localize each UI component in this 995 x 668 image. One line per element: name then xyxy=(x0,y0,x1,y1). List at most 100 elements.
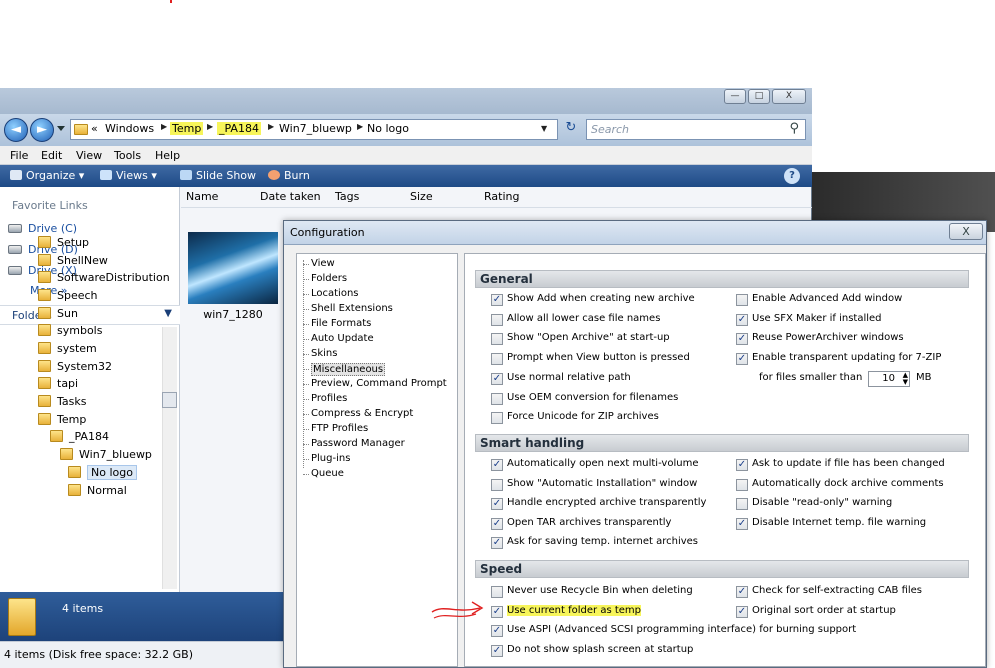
breadcrumb-windows[interactable]: Windows xyxy=(105,122,154,135)
settings-tree-item[interactable]: Compress & Encrypt xyxy=(311,408,413,419)
checkmark-icon[interactable]: ✓ xyxy=(736,606,748,618)
checkbox-icon[interactable] xyxy=(736,479,748,491)
tree-folder-item[interactable]: Setup xyxy=(38,236,89,249)
file-thumbnail[interactable] xyxy=(188,232,278,304)
dialog-close-button[interactable]: X xyxy=(949,223,983,240)
minimize-button[interactable]: — xyxy=(724,89,746,104)
settings-tree-item[interactable]: Locations xyxy=(311,288,359,299)
tree-folder-item[interactable]: No logo xyxy=(68,465,137,480)
checkbox-icon[interactable] xyxy=(491,586,503,598)
close-button[interactable]: X xyxy=(772,89,806,104)
settings-tree-item[interactable]: Shell Extensions xyxy=(311,303,393,314)
maximize-button[interactable]: □ xyxy=(748,89,770,104)
chevron-right-icon[interactable]: ▶ xyxy=(268,122,274,131)
checkmark-icon[interactable]: ✓ xyxy=(736,333,748,345)
forward-button[interactable]: ► xyxy=(30,118,54,142)
settings-tree-item[interactable]: Plug-ins xyxy=(311,453,350,464)
size-limit-value[interactable]: 10 xyxy=(882,373,895,384)
back-button[interactable]: ◄ xyxy=(4,118,28,142)
checkmark-icon[interactable]: ✓ xyxy=(736,459,748,471)
settings-tree-item[interactable]: Skins xyxy=(311,348,337,359)
settings-tree-item[interactable]: Profiles xyxy=(311,393,347,404)
tree-folder-item[interactable]: Speech xyxy=(38,289,98,302)
column-date-taken[interactable]: Date taken xyxy=(260,190,321,203)
address-bar[interactable]: « Windows ▶ Temp ▶ _PA184 ▶ Win7_bluewp … xyxy=(70,119,558,140)
crumb-overflow[interactable]: « xyxy=(91,122,98,135)
checkmark-icon[interactable]: ✓ xyxy=(736,518,748,530)
search-input[interactable]: Search ⚲ xyxy=(586,119,806,140)
folders-header[interactable]: Folders ▼ xyxy=(0,305,180,325)
checkmark-icon[interactable]: ✓ xyxy=(491,373,503,385)
settings-tree-item[interactable]: View xyxy=(311,258,335,269)
tree-scrollbar[interactable] xyxy=(162,327,177,589)
checkmark-icon[interactable]: ✓ xyxy=(491,498,503,510)
checkbox-icon[interactable] xyxy=(491,412,503,424)
checkmark-icon[interactable]: ✓ xyxy=(491,294,503,306)
menu-edit[interactable]: Edit xyxy=(41,149,62,162)
spinner-arrows-icon[interactable]: ▲ ▼ xyxy=(903,372,908,386)
checkmark-icon[interactable]: ✓ xyxy=(491,625,503,637)
checkmark-icon[interactable]: ✓ xyxy=(491,459,503,471)
checkbox-icon[interactable] xyxy=(736,498,748,510)
settings-tree-item[interactable]: Password Manager xyxy=(311,438,405,449)
refresh-icon[interactable]: ↻ xyxy=(560,120,582,139)
search-icon[interactable]: ⚲ xyxy=(789,121,799,136)
tree-folder-item[interactable]: Temp xyxy=(38,413,86,426)
column-size[interactable]: Size xyxy=(410,190,433,203)
settings-tree-item[interactable]: Preview, Command Prompt xyxy=(311,378,447,389)
chevron-right-icon[interactable]: ▶ xyxy=(207,122,213,131)
breadcrumb-pa184[interactable]: _PA184 xyxy=(217,122,261,135)
checkmark-icon[interactable]: ✓ xyxy=(736,586,748,598)
checkbox-icon[interactable] xyxy=(736,294,748,306)
tree-folder-item[interactable]: system xyxy=(38,342,97,355)
checkbox-icon[interactable] xyxy=(491,333,503,345)
tree-folder-item[interactable]: SoftwareDistribution xyxy=(38,271,170,284)
size-limit-spinner[interactable]: 10 ▲ ▼ xyxy=(868,371,910,387)
menu-help[interactable]: Help xyxy=(155,149,180,162)
tree-folder-item[interactable]: System32 xyxy=(38,360,112,373)
tree-folder-item[interactable]: tapi xyxy=(38,377,78,390)
file-name[interactable]: win7_1280 xyxy=(188,308,278,321)
chevron-right-icon[interactable]: ▶ xyxy=(357,122,363,131)
tree-folder-item[interactable]: Sun xyxy=(38,307,78,320)
settings-tree-item[interactable]: Folders xyxy=(311,273,347,284)
organize-button[interactable]: Organize ▾ xyxy=(10,169,84,182)
checkmark-icon[interactable]: ✓ xyxy=(736,353,748,365)
checkbox-icon[interactable] xyxy=(491,314,503,326)
checkmark-icon[interactable]: ✓ xyxy=(736,314,748,326)
chevron-right-icon[interactable]: ▶ xyxy=(161,122,167,131)
breadcrumb-win7-bluewp[interactable]: Win7_bluewp xyxy=(279,122,352,135)
chevron-down-icon[interactable]: ▼ xyxy=(164,308,172,319)
help-icon[interactable]: ? xyxy=(784,168,800,184)
checkbox-icon[interactable] xyxy=(491,479,503,491)
column-tags[interactable]: Tags xyxy=(335,190,359,203)
tree-folder-item[interactable]: _PA184 xyxy=(50,430,109,443)
breadcrumb-temp[interactable]: Temp xyxy=(170,122,204,135)
settings-tree-item[interactable]: FTP Profiles xyxy=(311,423,368,434)
address-dropdown-icon[interactable]: ▼ xyxy=(541,124,547,133)
checkbox-icon[interactable] xyxy=(491,393,503,405)
favorite-drive-c[interactable]: Drive (C) xyxy=(8,222,77,235)
column-name[interactable]: Name xyxy=(186,190,218,203)
checkbox-icon[interactable] xyxy=(491,353,503,365)
checkmark-icon[interactable]: ✓ xyxy=(491,518,503,530)
tree-folder-item[interactable]: symbols xyxy=(38,324,102,337)
menu-view[interactable]: View xyxy=(76,149,102,162)
slide-show-button[interactable]: Slide Show xyxy=(180,169,256,182)
tree-folder-item[interactable]: Normal xyxy=(68,484,127,497)
settings-tree-item[interactable]: Auto Update xyxy=(311,333,374,344)
tree-folder-item[interactable]: ShellNew xyxy=(38,254,108,267)
menu-tools[interactable]: Tools xyxy=(114,149,141,162)
menu-file[interactable]: File xyxy=(10,149,28,162)
views-button[interactable]: Views ▾ xyxy=(100,169,157,182)
column-rating[interactable]: Rating xyxy=(484,190,519,203)
settings-tree-item[interactable]: File Formats xyxy=(311,318,371,329)
burn-button[interactable]: Burn xyxy=(268,169,310,182)
checkmark-icon[interactable]: ✓ xyxy=(491,537,503,549)
checkmark-icon[interactable]: ✓ xyxy=(491,606,503,618)
tree-folder-item[interactable]: Tasks xyxy=(38,395,86,408)
settings-tree-item[interactable]: Miscellaneous xyxy=(311,363,386,376)
tree-scrollbar-thumb[interactable] xyxy=(162,392,177,408)
checkmark-icon[interactable]: ✓ xyxy=(491,645,503,657)
breadcrumb-no-logo[interactable]: No logo xyxy=(367,122,409,135)
